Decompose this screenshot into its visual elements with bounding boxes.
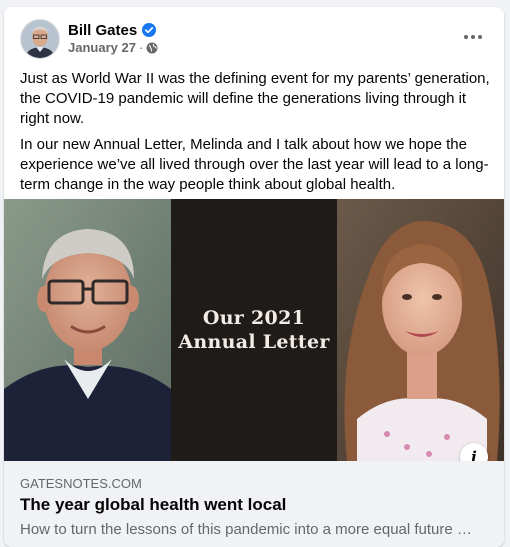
post-paragraph-1: Just as World War II was the defining ev… bbox=[20, 70, 490, 127]
author-avatar[interactable] bbox=[20, 19, 60, 59]
annual-letter-line-2: Annual Letter bbox=[178, 331, 330, 353]
post-paragraph-2: In our new Annual Letter, Melinda and I … bbox=[20, 136, 489, 193]
author-row: Bill Gates bbox=[68, 20, 157, 40]
verified-badge-icon bbox=[142, 23, 157, 37]
globe-icon[interactable] bbox=[146, 42, 158, 54]
author-name[interactable]: Bill Gates bbox=[68, 22, 137, 39]
post-image[interactable]: Our 2021 Annual Letter i bbox=[4, 199, 504, 471]
post-text: Just as World War II was the defining ev… bbox=[20, 69, 490, 201]
annual-letter-line-1: Our 2021 bbox=[202, 307, 306, 329]
more-options-icon[interactable] bbox=[456, 23, 490, 51]
link-domain: GATESNOTES.COM bbox=[20, 476, 142, 491]
post-meta: January 27 · bbox=[68, 40, 158, 55]
link-preview[interactable]: GATESNOTES.COM The year global health we… bbox=[4, 461, 504, 547]
post-date[interactable]: January 27 bbox=[68, 40, 136, 55]
link-description: How to turn the lessons of this pandemic… bbox=[20, 521, 472, 538]
annual-letter-title: Our 2021 Annual Letter bbox=[178, 306, 329, 354]
bill-gates-photo bbox=[4, 199, 171, 461]
melinda-gates-photo bbox=[337, 199, 504, 461]
annual-letter-panel: Our 2021 Annual Letter bbox=[171, 199, 337, 461]
link-title[interactable]: The year global health went local bbox=[20, 495, 286, 515]
post-header: Bill Gates January 27 · bbox=[4, 7, 504, 67]
meta-separator: · bbox=[138, 40, 144, 55]
post-card: Bill Gates January 27 · Just as World Wa… bbox=[4, 7, 504, 547]
